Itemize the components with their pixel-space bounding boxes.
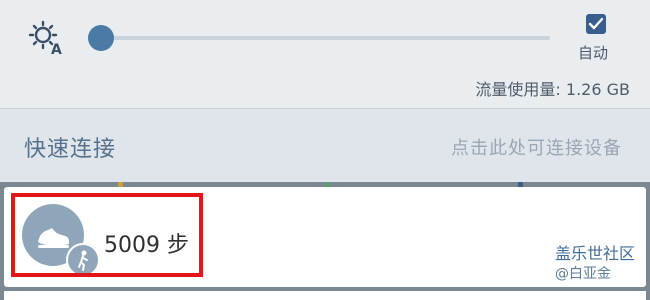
- svg-text:A: A: [51, 42, 62, 56]
- brightness-slider-thumb[interactable]: [88, 25, 115, 51]
- watermark-line2: @白亚金: [555, 266, 611, 282]
- quick-panel: A 自动 流量使用量: 1.26 GB: [0, 0, 650, 108]
- annotation-highlight-box: [11, 193, 203, 277]
- quick-connect-bar[interactable]: 快速连接 点击此处可连接设备: [0, 109, 650, 182]
- next-card-edge: [4, 291, 646, 300]
- auto-brightness-label: 自动: [578, 44, 609, 62]
- brightness-slider[interactable]: [88, 25, 550, 51]
- auto-brightness-checkbox[interactable]: [586, 14, 606, 34]
- watermark-line1: 盖乐世社区: [555, 244, 636, 263]
- quick-connect-title: 快速连接: [24, 137, 117, 162]
- checkmark-icon: [588, 17, 604, 30]
- brightness-auto-icon[interactable]: A: [28, 20, 66, 56]
- quick-connect-hint[interactable]: 点击此处可连接设备: [451, 134, 622, 160]
- data-usage-text: 流量使用量: 1.26 GB: [475, 80, 630, 99]
- watermark: 盖乐世社区 @白亚金: [555, 244, 645, 284]
